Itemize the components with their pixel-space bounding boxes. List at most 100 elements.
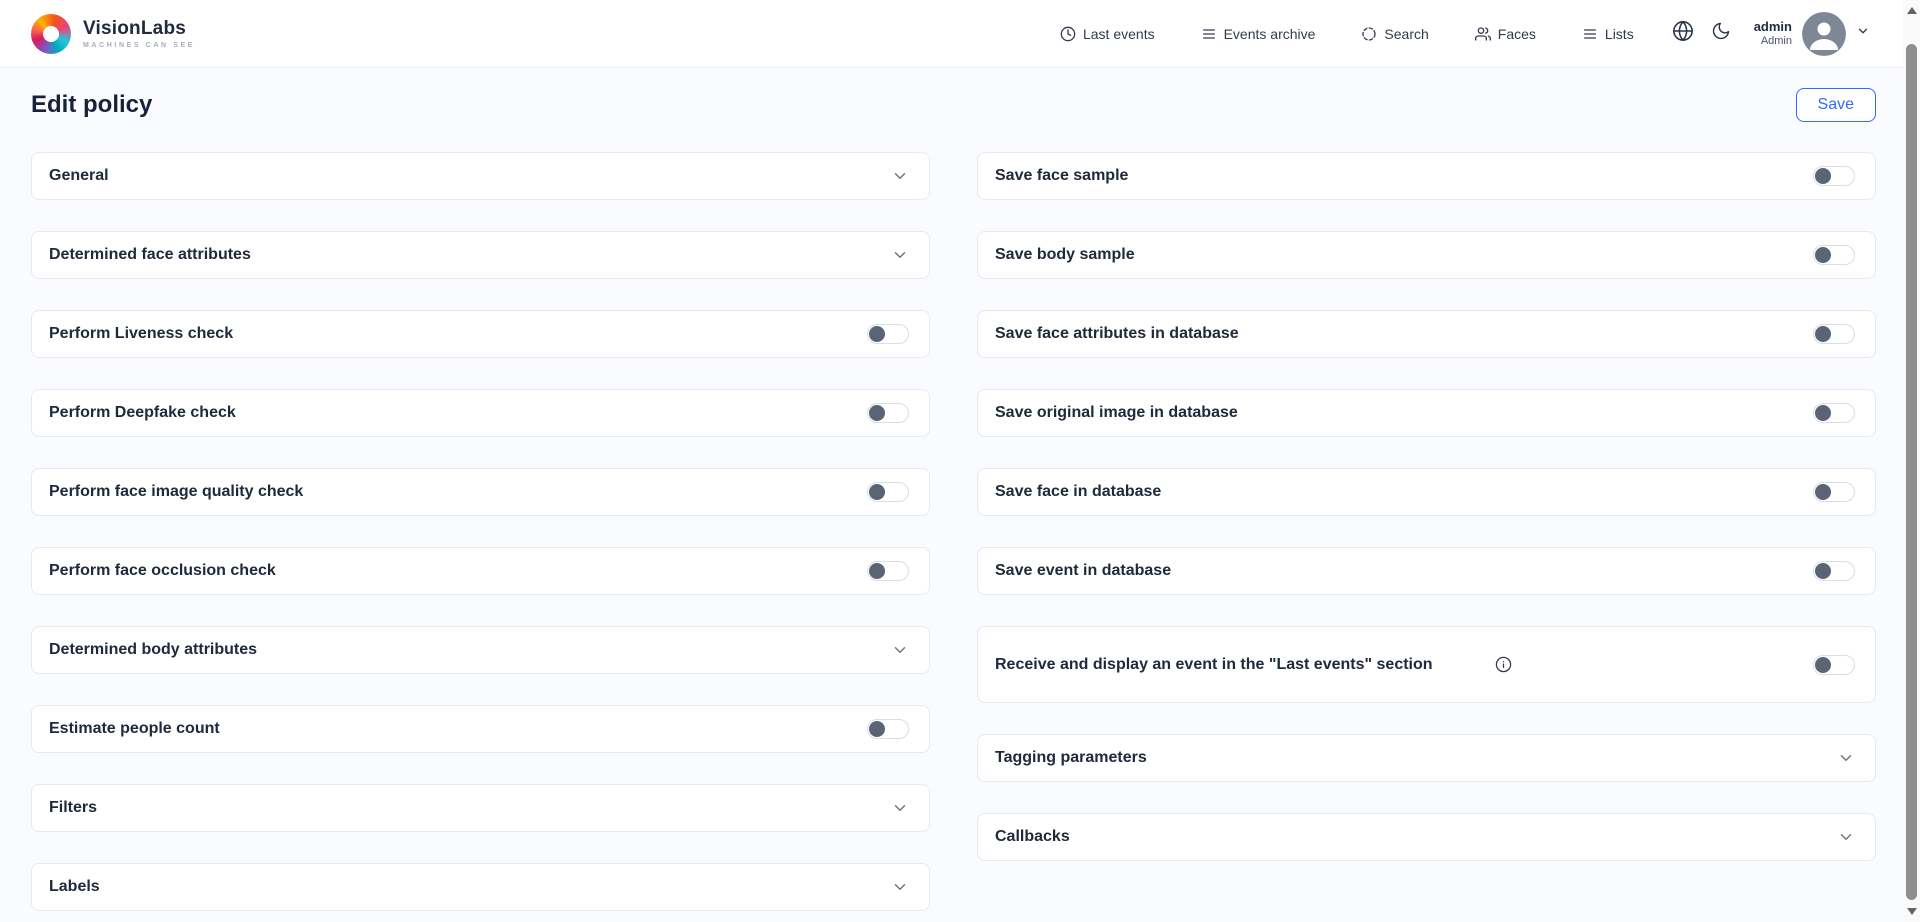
- panel-determined-face-attributes[interactable]: Determined face attributes: [31, 231, 930, 279]
- panel-label: Filters: [49, 798, 97, 818]
- row-label: Estimate people count: [49, 719, 220, 739]
- nav-item-label: Events archive: [1224, 26, 1316, 42]
- chevron-down-icon: [891, 246, 909, 264]
- page-title: Edit policy: [31, 91, 152, 119]
- nav-item-label: Last events: [1083, 26, 1155, 42]
- panel-label: General: [49, 166, 109, 186]
- toggle-save-face-sample[interactable]: [1813, 166, 1855, 186]
- language-globe-button[interactable]: [1668, 19, 1698, 49]
- user-role: Admin: [1761, 35, 1792, 48]
- search-icon: [1361, 26, 1377, 42]
- list-icon: [1201, 26, 1217, 42]
- row-label: Perform face image quality check: [49, 482, 303, 502]
- toggle-perform-deepfake-check[interactable]: [867, 403, 909, 423]
- toggle-knob: [1815, 247, 1831, 263]
- user-name: admin: [1754, 20, 1792, 35]
- toggle-save-body-sample[interactable]: [1813, 245, 1855, 265]
- nav-item-search[interactable]: Search: [1361, 26, 1428, 42]
- panel-tagging-parameters[interactable]: Tagging parameters: [977, 734, 1876, 782]
- toggle-perform-liveness-check[interactable]: [867, 324, 909, 344]
- toggle-knob: [1815, 326, 1831, 342]
- row-save-face-sample: Save face sample: [977, 152, 1876, 200]
- panel-determined-body-attributes[interactable]: Determined body attributes: [31, 626, 930, 674]
- row-save-face-attributes-in-database: Save face attributes in database: [977, 310, 1876, 358]
- panel-general[interactable]: General: [31, 152, 930, 200]
- dark-mode-button[interactable]: [1706, 19, 1736, 49]
- toggle-knob: [1815, 484, 1831, 500]
- row-label: Save face sample: [995, 166, 1128, 186]
- panel-label: Labels: [49, 877, 100, 897]
- row-estimate-people-count: Estimate people count: [31, 705, 930, 753]
- toggle-knob: [1815, 168, 1831, 184]
- user-menu-button[interactable]: [1856, 24, 1870, 43]
- scroll-up-arrow-icon[interactable]: [1907, 7, 1917, 14]
- row-label: Save body sample: [995, 245, 1135, 265]
- panel-label: Callbacks: [995, 827, 1070, 847]
- chevron-down-icon: [891, 799, 909, 817]
- toggle-save-event-in-database[interactable]: [1813, 561, 1855, 581]
- row-save-face-in-database: Save face in database: [977, 468, 1876, 516]
- toggle-knob: [869, 484, 885, 500]
- brand-tagline: MACHINES CAN SEE: [83, 42, 195, 49]
- row-label: Perform Deepfake check: [49, 403, 236, 423]
- panel-label: Determined body attributes: [49, 640, 257, 660]
- toggle-estimate-people-count[interactable]: [867, 719, 909, 739]
- toggle-perform-face-occlusion-check[interactable]: [867, 561, 909, 581]
- row-perform-liveness-check: Perform Liveness check: [31, 310, 930, 358]
- row-save-original-image-in-database: Save original image in database: [977, 389, 1876, 437]
- row-label: Receive and display an event in the "Las…: [995, 655, 1433, 675]
- panel-callbacks[interactable]: Callbacks: [977, 813, 1876, 861]
- row-label: Save face attributes in database: [995, 324, 1239, 344]
- nav-item-events-archive[interactable]: Events archive: [1201, 26, 1316, 42]
- lists-icon: [1582, 26, 1598, 42]
- clock-icon: [1060, 26, 1076, 42]
- chevron-down-icon: [1856, 24, 1870, 43]
- chevron-down-icon: [891, 641, 909, 659]
- toggle-save-original-image-in-database[interactable]: [1813, 403, 1855, 423]
- top-navbar: VisionLabs MACHINES CAN SEE Last events …: [0, 0, 1920, 68]
- nav-item-lists[interactable]: Lists: [1582, 26, 1634, 42]
- edit-policy-page: Edit policy Save General Determined face…: [0, 68, 1920, 911]
- user-info[interactable]: admin Admin: [1754, 20, 1792, 48]
- chevron-down-icon: [891, 878, 909, 896]
- right-column: Save face sample Save body sample Save f…: [977, 152, 1876, 861]
- main-nav: Last events Events archive Search Faces: [1060, 26, 1634, 42]
- row-label: Save original image in database: [995, 403, 1238, 423]
- panel-label: Tagging parameters: [995, 748, 1147, 768]
- chevron-down-icon: [891, 167, 909, 185]
- toggle-knob: [869, 326, 885, 342]
- toggle-save-face-attributes-in-database[interactable]: [1813, 324, 1855, 344]
- chevron-down-icon: [1837, 828, 1855, 846]
- panel-filters[interactable]: Filters: [31, 784, 930, 832]
- toggle-perform-face-image-quality-check[interactable]: [867, 482, 909, 502]
- globe-icon: [1672, 20, 1694, 47]
- row-perform-face-image-quality-check: Perform face image quality check: [31, 468, 930, 516]
- nav-item-label: Search: [1384, 26, 1428, 42]
- visionlabs-logo-icon: [31, 14, 71, 54]
- nav-item-last-events[interactable]: Last events: [1060, 26, 1155, 42]
- panel-label: Determined face attributes: [49, 245, 251, 265]
- vertical-scrollbar[interactable]: [1903, 0, 1920, 922]
- avatar[interactable]: [1802, 12, 1846, 56]
- toggle-receive-display-last-events[interactable]: [1813, 655, 1855, 675]
- row-perform-face-occlusion-check: Perform face occlusion check: [31, 547, 930, 595]
- toggle-knob: [869, 405, 885, 421]
- info-icon[interactable]: [1495, 656, 1512, 673]
- moon-icon: [1711, 21, 1731, 46]
- toggle-save-face-in-database[interactable]: [1813, 482, 1855, 502]
- toggle-knob: [1815, 405, 1831, 421]
- save-button[interactable]: Save: [1796, 88, 1876, 122]
- chevron-down-icon: [1837, 749, 1855, 767]
- row-save-event-in-database: Save event in database: [977, 547, 1876, 595]
- toggle-knob: [869, 563, 885, 579]
- scroll-down-arrow-icon[interactable]: [1907, 908, 1917, 915]
- row-label: Save event in database: [995, 561, 1171, 581]
- nav-item-label: Faces: [1498, 26, 1536, 42]
- panel-labels[interactable]: Labels: [31, 863, 930, 911]
- row-label: Perform Liveness check: [49, 324, 233, 344]
- nav-item-faces[interactable]: Faces: [1475, 26, 1536, 42]
- nav-item-label: Lists: [1605, 26, 1634, 42]
- scrollbar-thumb[interactable]: [1906, 44, 1917, 900]
- brand-logo[interactable]: VisionLabs MACHINES CAN SEE: [31, 14, 195, 54]
- toggle-knob: [1815, 657, 1831, 673]
